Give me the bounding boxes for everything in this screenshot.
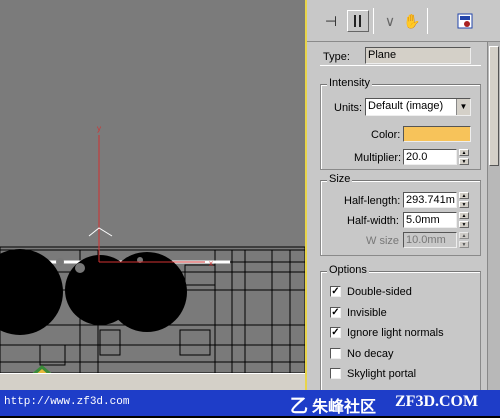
multiplier-value: 20.0 xyxy=(406,151,428,163)
watermark-footer: http://www.zf3d.com 乙 朱峰社区 ZF3D.COM xyxy=(0,390,500,416)
axis-y-label: y xyxy=(97,124,101,133)
options-title: Options xyxy=(327,264,369,276)
scrollbar-thumb[interactable] xyxy=(489,46,499,166)
spin-down-icon[interactable]: ▼ xyxy=(459,221,469,228)
w-size-field: 10.0mm xyxy=(403,232,457,248)
footer-logo-icon: 乙 xyxy=(290,396,308,416)
w-size-spinner: ▲ ▼ xyxy=(459,232,469,248)
multiplier-field[interactable]: 20.0 xyxy=(403,149,457,165)
w-size-label: W size xyxy=(366,235,399,247)
ignore-light-normals-label[interactable]: Ignore light normals xyxy=(347,327,444,339)
double-sided-label[interactable]: Double-sided xyxy=(347,286,412,298)
make-unique-icon[interactable]: ∨ xyxy=(379,10,401,32)
no-decay-label[interactable]: No decay xyxy=(347,348,393,360)
viewport[interactable]: y x xyxy=(0,0,305,390)
remove-modifier-icon[interactable]: ✋ xyxy=(401,10,423,32)
spin-down-icon[interactable]: ▼ xyxy=(459,158,469,165)
half-width-label: Half-width: xyxy=(347,215,399,227)
type-value: Plane xyxy=(368,49,397,61)
half-length-value: 293.741m xyxy=(406,194,455,206)
half-width-field[interactable]: 5.0mm xyxy=(403,212,457,228)
multiplier-spinner[interactable]: ▲ ▼ xyxy=(459,149,469,165)
pin-stack-icon[interactable]: ⊣ xyxy=(320,10,342,32)
axis-x-label: x xyxy=(209,259,213,268)
spin-down-icon: ▼ xyxy=(459,241,469,248)
spin-up-icon[interactable]: ▲ xyxy=(459,212,469,219)
invisible-label[interactable]: Invisible xyxy=(347,307,387,319)
type-label: Type: xyxy=(323,51,350,63)
scene-wireframe: y x xyxy=(0,124,305,389)
half-length-spinner[interactable]: ▲ ▼ xyxy=(459,192,469,208)
size-title: Size xyxy=(327,173,353,185)
toolbar-divider xyxy=(427,8,428,34)
size-group: Size Half-length: 293.741m ▲ ▼ Half-width… xyxy=(320,173,481,256)
units-dropdown[interactable]: Default (image) ▼ xyxy=(365,98,471,116)
spin-down-icon[interactable]: ▼ xyxy=(459,201,469,208)
chevron-down-icon[interactable]: ▼ xyxy=(456,99,470,115)
ignore-light-normals-checkbox[interactable]: ✓ xyxy=(330,327,341,338)
type-dropdown[interactable]: Plane xyxy=(365,47,471,64)
intensity-title: Intensity xyxy=(327,77,372,89)
color-swatch[interactable] xyxy=(403,126,471,142)
multiplier-label: Multiplier: xyxy=(354,152,402,164)
viewport-status-strip xyxy=(0,373,305,390)
half-width-spinner[interactable]: ▲ ▼ xyxy=(459,212,469,228)
modify-panel: ⊣ ∨ ✋ Type: Plane Intensity Units: Defau… xyxy=(305,0,500,390)
w-size-value: 10.0mm xyxy=(406,234,446,246)
toolbar-divider xyxy=(373,8,374,34)
footer-brand-en: ZF3D.COM xyxy=(395,393,479,410)
spin-up-icon: ▲ xyxy=(459,232,469,239)
intensity-group: Intensity Units: Default (image) ▼ Color… xyxy=(320,77,481,170)
panel-scrollbar[interactable] xyxy=(487,42,500,390)
color-label: Color: xyxy=(371,129,401,141)
no-decay-checkbox[interactable] xyxy=(330,348,341,359)
axis-gizmo: y x xyxy=(88,124,213,268)
modifier-stack-toolbar: ⊣ ∨ ✋ xyxy=(307,0,500,42)
units-label: Units: xyxy=(334,102,363,114)
footer-url: http://www.zf3d.com xyxy=(4,396,130,408)
configure-sets-icon[interactable] xyxy=(454,10,476,32)
spin-up-icon[interactable]: ▲ xyxy=(459,192,469,199)
rollout-divider xyxy=(320,65,481,66)
half-length-label: Half-length: xyxy=(344,195,401,207)
half-length-field[interactable]: 293.741m xyxy=(403,192,457,208)
skylight-portal-checkbox[interactable] xyxy=(330,368,341,379)
invisible-checkbox[interactable]: ✓ xyxy=(330,307,341,318)
units-value: Default (image) xyxy=(368,100,444,112)
half-width-value: 5.0mm xyxy=(406,214,440,226)
spin-up-icon[interactable]: ▲ xyxy=(459,149,469,156)
double-sided-checkbox[interactable]: ✓ xyxy=(330,286,341,297)
show-end-result-icon[interactable] xyxy=(347,10,369,32)
footer-brand-cn: 朱峰社区 xyxy=(312,399,377,416)
options-group: Options ✓ Double-sided ✓ Invisible ✓ Ign… xyxy=(320,264,481,390)
skylight-portal-label[interactable]: Skylight portal xyxy=(347,368,416,380)
